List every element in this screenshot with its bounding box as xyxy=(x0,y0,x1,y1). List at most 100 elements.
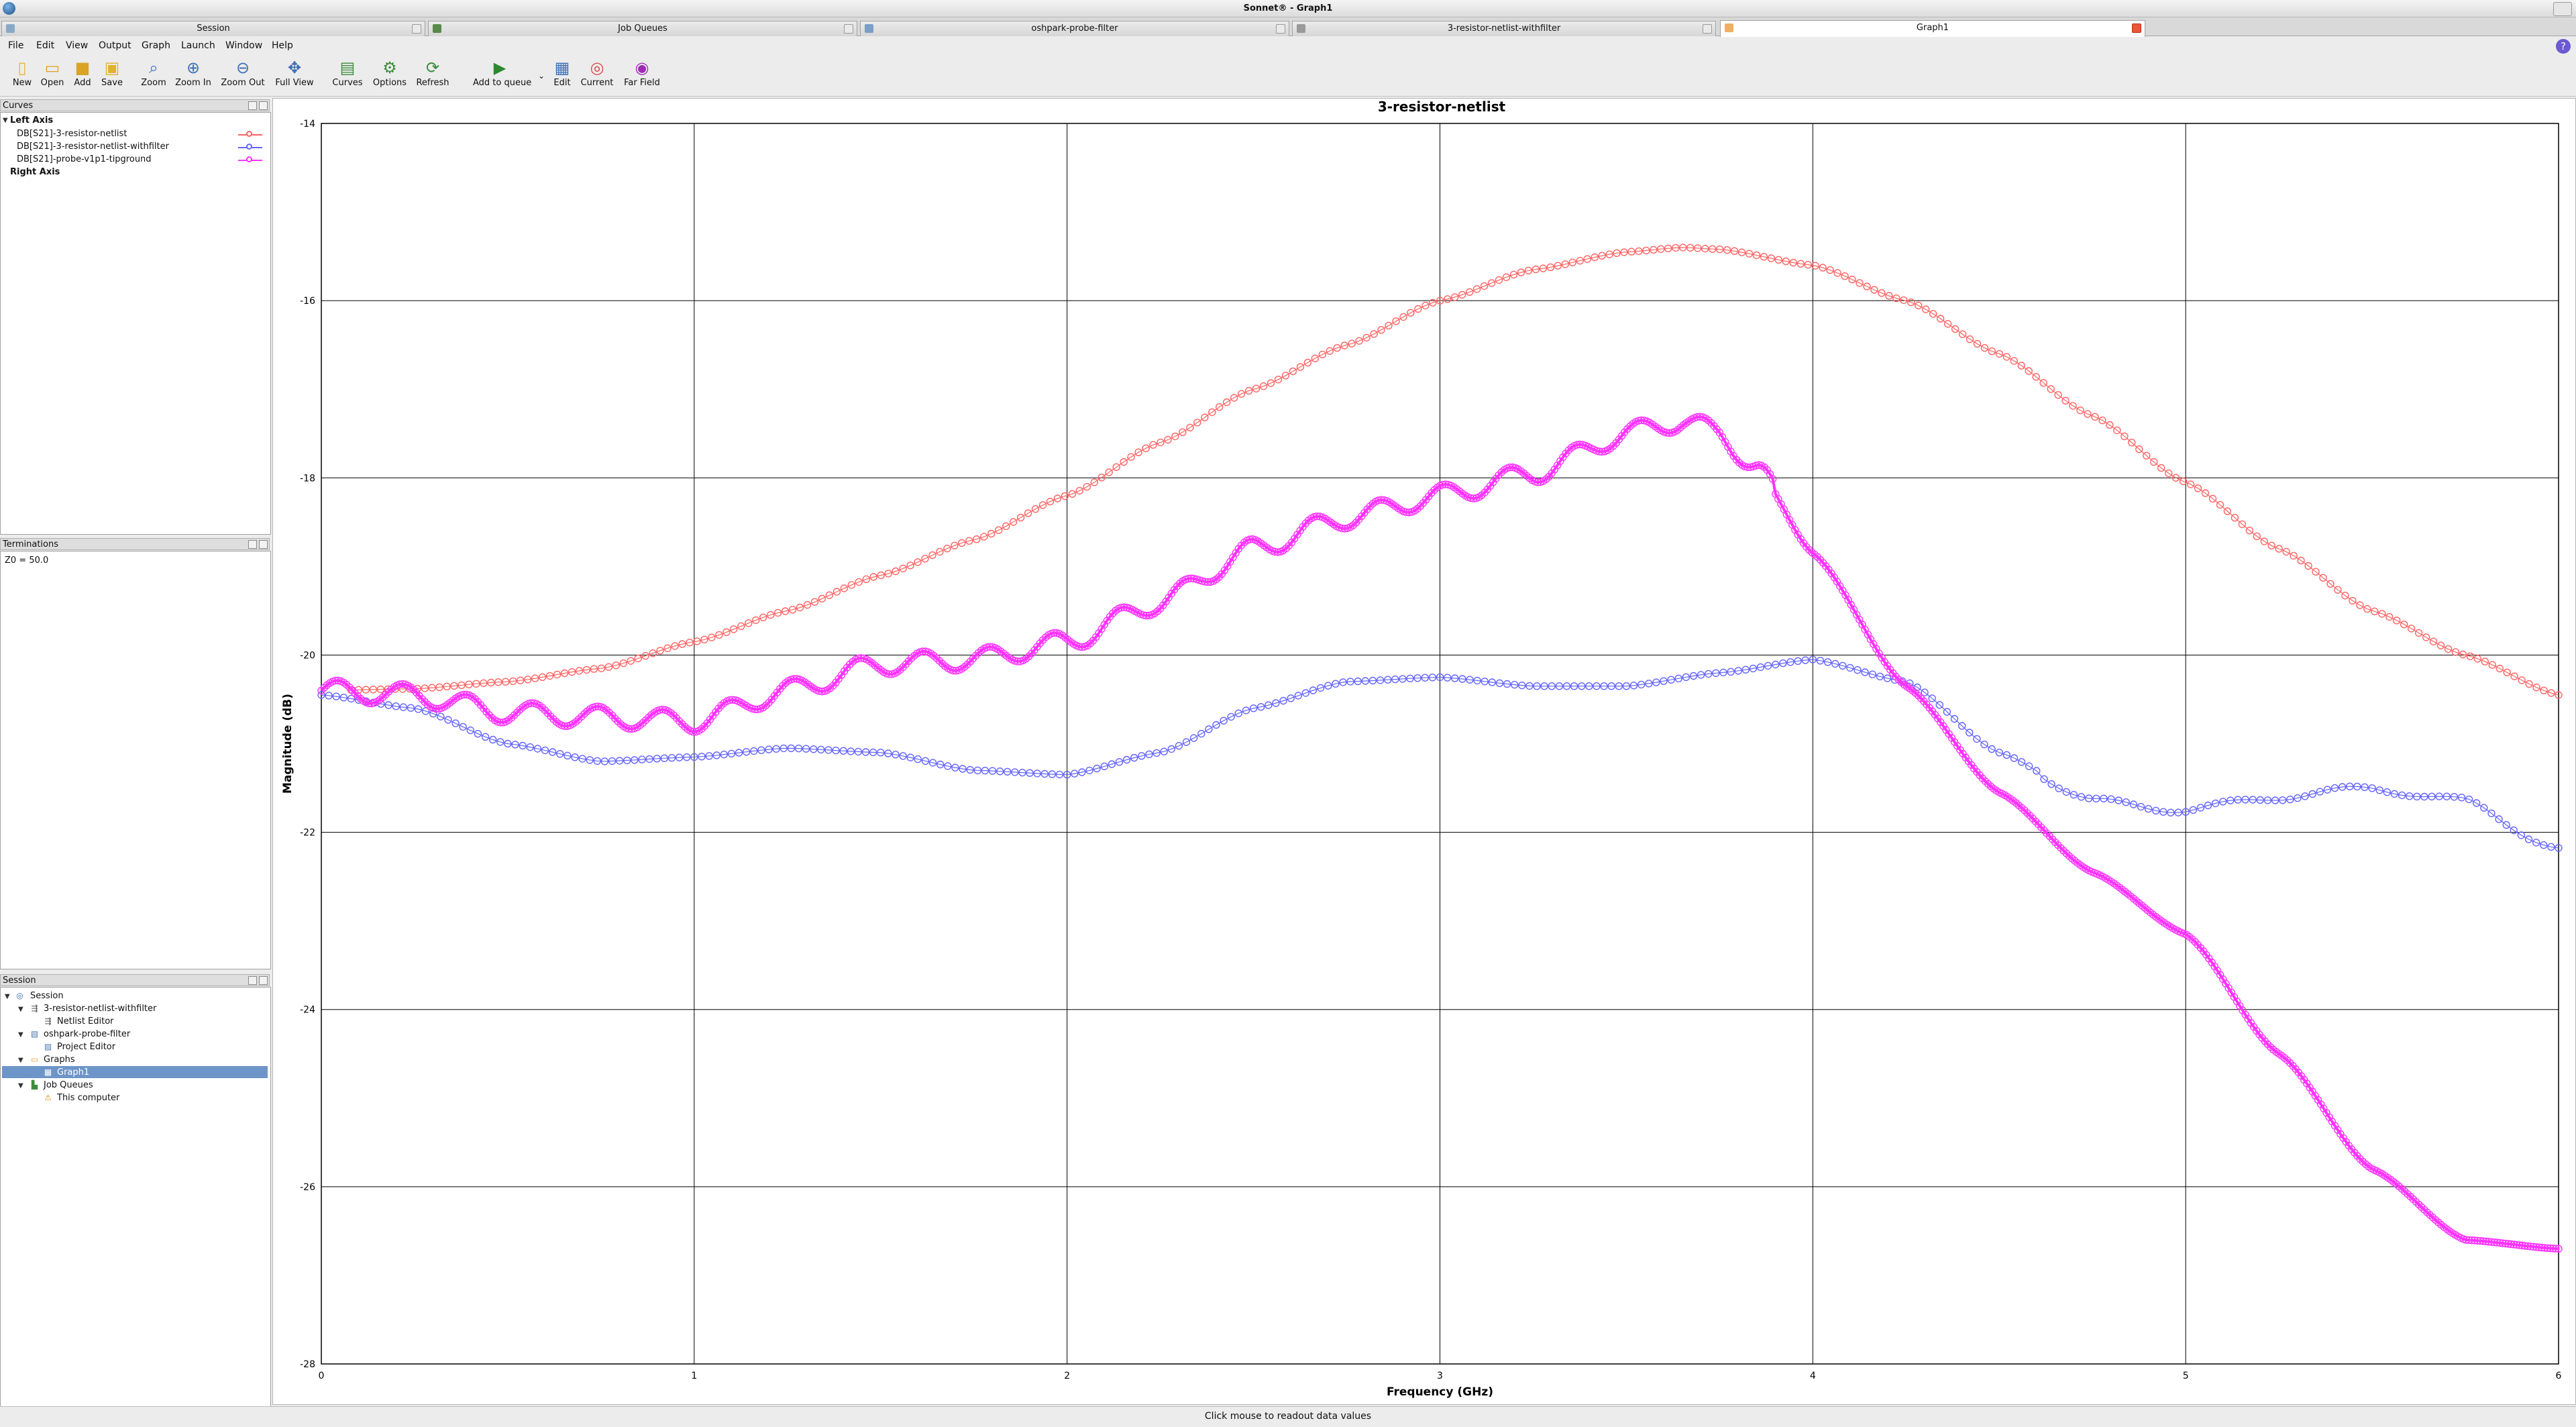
toolbar-zoom-in-button[interactable]: ⊕ Zoom In xyxy=(166,59,220,95)
panel-close-button[interactable] xyxy=(259,976,268,985)
y-tick-label: -18 xyxy=(300,473,315,484)
current-icon: ◎ xyxy=(590,58,604,77)
x-tick-label: 5 xyxy=(2183,1371,2189,1381)
curve-item-label[interactable]: DB[S21]-probe-v1p1-tipground xyxy=(17,154,152,164)
x-tick-label: 4 xyxy=(1810,1371,1816,1381)
toolbar-add-to-queue-button[interactable]: ▶ Add to queue xyxy=(473,58,531,95)
tree-item-project[interactable]: oshpark-probe-filter xyxy=(44,1029,130,1039)
tree-item-project-editor[interactable]: Project Editor xyxy=(57,1042,115,1052)
folder-icon: ▭ xyxy=(30,1055,39,1064)
collapse-arrow-icon[interactable]: ▼ xyxy=(18,1082,23,1090)
add-to-queue-icon: ▶ xyxy=(493,58,506,77)
termination-value: Z0 = 50.0 xyxy=(5,556,49,566)
tab-job-queues[interactable]: Job Queues xyxy=(428,21,857,36)
tab-bar: Session Job Queues oshpark-probe-filter … xyxy=(0,17,2576,37)
far-field-icon: ◉ xyxy=(635,58,649,77)
collapse-arrow-icon[interactable]: ▼ xyxy=(5,993,10,1000)
tree-item-graph1[interactable]: Graph1 xyxy=(57,1067,89,1077)
tree-item-session[interactable]: Session xyxy=(30,991,64,1001)
curve-marker-icon xyxy=(238,144,262,150)
netlist-icon: ⇶ xyxy=(31,1004,38,1013)
tree-item-graphs[interactable]: Graphs xyxy=(44,1055,75,1065)
tree-item-netlist[interactable]: 3-resistor-netlist-withfilter xyxy=(44,1004,156,1014)
toolbar-refresh-button[interactable]: ⟳ Refresh xyxy=(406,59,460,95)
status-text: Click mouse to readout data values xyxy=(1204,1411,1372,1422)
y-tick-label: -24 xyxy=(300,1005,315,1016)
menu-output[interactable]: Output xyxy=(99,40,131,51)
y-tick-label: -26 xyxy=(300,1182,315,1193)
curve-item-label[interactable]: DB[S21]-3-resistor-netlist xyxy=(17,129,127,139)
tab-3-resistor-netlist-withfilter[interactable]: 3-resistor-netlist-withfilter xyxy=(1292,21,1716,36)
tree-item-this-computer[interactable]: This computer xyxy=(57,1093,119,1103)
session-icon xyxy=(6,24,15,33)
toolbar: ▯ New ▭ Open ■ Add ▣ Save ⌕ Zoom ⊕ Zoom In ⊖ Zo… xyxy=(0,55,2576,97)
job-queues-icon: ▙ xyxy=(31,1080,38,1090)
terminations-panel: Z0 = 50.0 xyxy=(0,551,271,969)
close-icon[interactable] xyxy=(1276,24,1285,34)
close-icon[interactable] xyxy=(2132,23,2141,33)
curves-icon: ▤ xyxy=(339,58,356,77)
collapse-arrow-icon[interactable]: ▼ xyxy=(18,1057,23,1064)
panel-float-button[interactable] xyxy=(248,540,257,549)
panel-float-button[interactable] xyxy=(248,101,257,110)
close-icon[interactable] xyxy=(844,24,853,34)
collapse-arrow-icon[interactable]: ▼ xyxy=(3,117,8,124)
chart[interactable]: 3-resistor-netlist 0 1 2 3 4 5 6 -28 -26 -24 -22 -2… xyxy=(272,98,2576,1405)
graph-icon xyxy=(1725,23,1733,32)
x-tick-label: 6 xyxy=(2556,1371,2562,1381)
close-icon[interactable] xyxy=(412,24,421,34)
zoom-in-icon: ⊕ xyxy=(186,58,201,77)
chevron-down-icon[interactable]: ⌄ xyxy=(538,71,545,81)
tree-item-netlist-editor[interactable]: Netlist Editor xyxy=(57,1016,114,1026)
project-editor-icon: ▨ xyxy=(44,1042,52,1051)
tree-item-job-queues[interactable]: Job Queues xyxy=(44,1080,93,1090)
menu-edit[interactable]: Edit xyxy=(36,40,54,51)
x-tick-label: 1 xyxy=(691,1371,697,1381)
curve-marker-icon xyxy=(238,156,262,162)
window-control-button[interactable] xyxy=(2553,2,2572,16)
session-panel-header: Session xyxy=(0,974,270,986)
menu-file[interactable]: File xyxy=(8,40,23,51)
toolbar-far-field-button[interactable]: ◉ Far Field xyxy=(615,59,669,95)
menu-launch[interactable]: Launch xyxy=(181,40,215,51)
close-icon[interactable] xyxy=(1703,24,1712,34)
left-axis-label: Left Axis xyxy=(10,115,54,125)
panel-close-button[interactable] xyxy=(259,540,268,549)
warning-icon: ⚠ xyxy=(44,1093,52,1102)
y-tick-label: -20 xyxy=(300,650,315,661)
status-bar: Click mouse to readout data values xyxy=(0,1406,2576,1427)
panel-close-button[interactable] xyxy=(259,101,268,110)
curves-panel-header: Curves xyxy=(0,99,270,111)
refresh-icon: ⟳ xyxy=(425,58,440,77)
graph-icon: ▦ xyxy=(44,1067,52,1077)
y-tick-label: -28 xyxy=(300,1359,315,1370)
terminations-panel-header: Terminations xyxy=(0,538,270,550)
selected-row-highlight xyxy=(2,1066,268,1078)
menu-view[interactable]: View xyxy=(66,40,88,51)
tab-graph1[interactable]: Graph1 xyxy=(1720,20,2145,37)
menu-help[interactable]: Help xyxy=(272,40,293,51)
save-icon: ▣ xyxy=(104,58,120,77)
session-panel: ▼ ◎ Session ▼ ⇶ 3-resistor-netlist-withf… xyxy=(0,987,271,1408)
curve-marker-icon xyxy=(238,131,262,137)
title-bar: Sonnet® - Graph1 xyxy=(0,0,2576,17)
collapse-arrow-icon[interactable]: ▼ xyxy=(18,1031,23,1039)
help-icon[interactable]: ? xyxy=(2556,39,2571,54)
tab-session[interactable]: Session xyxy=(1,21,425,36)
menu-window[interactable]: Window xyxy=(225,40,262,51)
x-axis-label: Frequency (GHz) xyxy=(1387,1385,1493,1399)
curve-item-label[interactable]: DB[S21]-3-resistor-netlist-withfilter xyxy=(17,142,169,152)
tab-oshpark-probe-filter[interactable]: oshpark-probe-filter xyxy=(860,21,1289,36)
tab-label: Session xyxy=(197,23,230,34)
toolbar-zoom-out-button[interactable]: ⊖ Zoom Out xyxy=(216,59,270,95)
menu-graph[interactable]: Graph xyxy=(142,40,170,51)
collapse-arrow-icon[interactable]: ▼ xyxy=(18,1006,23,1013)
menu-bar: File Edit View Output Graph Launch Windo… xyxy=(0,37,2576,54)
toolbar-full-view-button[interactable]: ✥ Full View xyxy=(268,59,321,95)
panel-float-button[interactable] xyxy=(248,976,257,985)
project-icon xyxy=(865,24,873,33)
options-icon: ⚙ xyxy=(382,58,397,77)
curves-panel: ▼ Left Axis DB[S21]-3-resistor-netlist D… xyxy=(0,112,271,535)
curves-panel-title: Curves xyxy=(3,101,34,111)
y-tick-label: -22 xyxy=(300,828,315,839)
